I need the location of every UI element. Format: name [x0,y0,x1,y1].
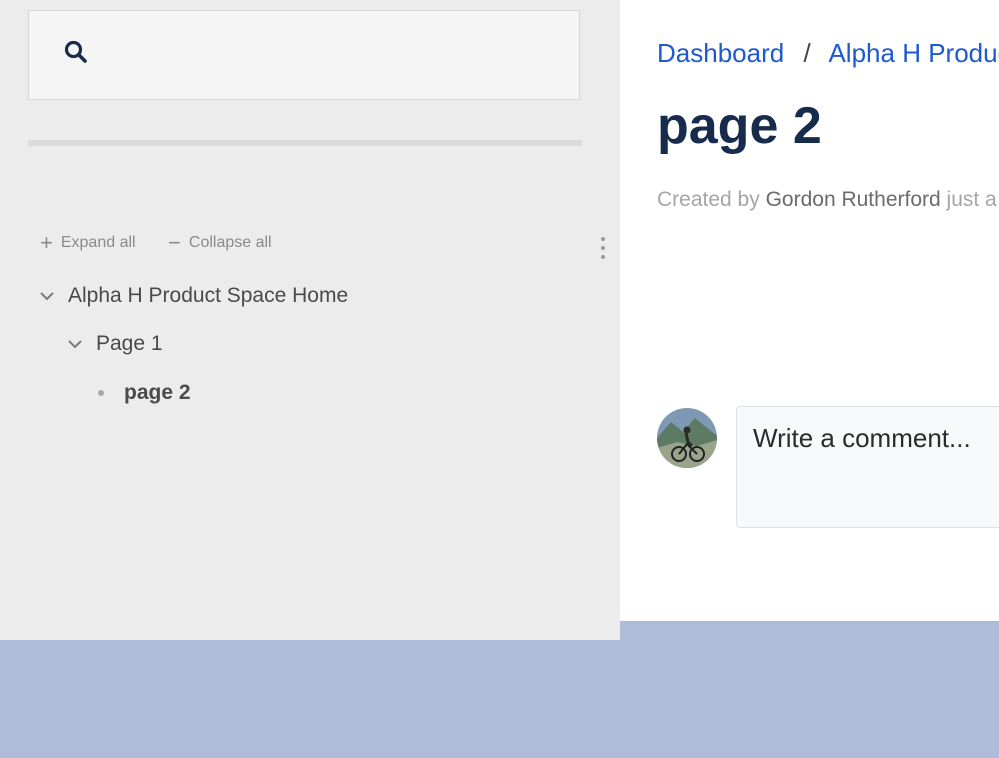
breadcrumb-dashboard[interactable]: Dashboard [657,38,784,68]
sidebar: + Expand all − Collapse all Alpha H Prod… [0,0,620,640]
search-box[interactable] [28,10,580,100]
page-footer-area [0,641,999,758]
tree-item-label[interactable]: page 2 [124,381,191,405]
more-options-icon[interactable] [598,237,608,265]
search-input[interactable] [105,33,569,79]
page-content: Dashboard / Alpha H Produc page 2 Create… [620,0,999,621]
tree-item-label[interactable]: Alpha H Product Space Home [68,284,348,308]
collapse-all-button[interactable]: − Collapse all [168,232,272,254]
tree-item-space-home[interactable]: Alpha H Product Space Home [38,284,348,308]
cyclist-avatar-image [657,408,717,468]
expand-all-label: Expand all [60,234,136,251]
collapse-all-label: Collapse all [188,234,272,251]
chevron-down-icon[interactable] [66,335,84,353]
sidebar-divider [28,140,582,146]
breadcrumb-space[interactable]: Alpha H Produc [828,38,999,68]
expand-all-button[interactable]: + Expand all [40,232,136,254]
bullet-icon [98,390,104,396]
minus-icon: − [168,230,181,255]
search-icon [64,40,87,63]
breadcrumb-separator: / [803,38,811,68]
page-title: page 2 [657,97,822,155]
created-time: just a [946,188,997,211]
tree-actions: + Expand all − Collapse all [40,232,300,255]
page-byline: Created by Gordon Rutherford just a [657,188,997,212]
comment-input[interactable]: Write a comment... [736,406,999,528]
created-by-label: Created by [657,188,760,211]
tree-item-label[interactable]: Page 1 [96,332,163,356]
tree-item-page-2[interactable]: page 2 [94,381,191,405]
avatar[interactable] [657,408,717,468]
chevron-down-icon[interactable] [38,287,56,305]
comment-placeholder: Write a comment... [753,423,971,453]
tree-item-page-1[interactable]: Page 1 [66,332,163,356]
author-link[interactable]: Gordon Rutherford [766,188,941,211]
breadcrumb: Dashboard / Alpha H Produc [657,38,999,69]
plus-icon: + [40,230,53,255]
